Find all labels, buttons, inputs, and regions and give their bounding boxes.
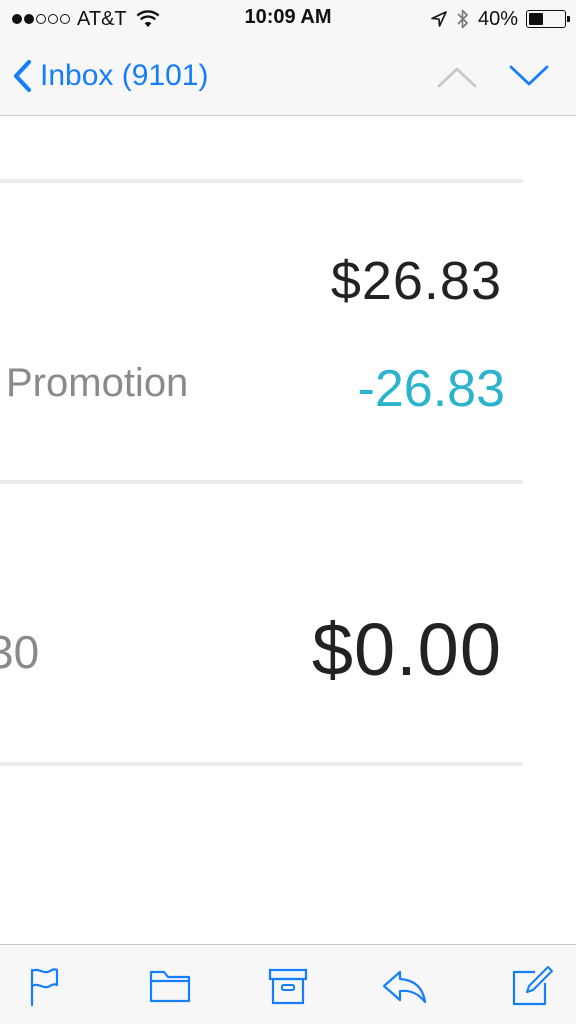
flag-icon <box>30 968 59 1007</box>
compose-icon <box>512 966 553 1006</box>
bluetooth-icon <box>457 9 468 29</box>
battery-fill <box>529 13 543 25</box>
move-to-folder-button[interactable] <box>146 963 194 1009</box>
reply-button[interactable] <box>380 963 428 1009</box>
navigation-bar: Inbox (9101) <box>0 38 576 116</box>
chevron-left-icon <box>13 59 32 93</box>
message-body: $26.83 Promotion -26.83 30 $0.00 <box>0 117 576 944</box>
back-button[interactable]: Inbox (9101) <box>12 54 208 98</box>
battery-percent: 40% <box>477 7 518 30</box>
status-bar: AT&T 10:09 AM 40% <box>0 0 576 38</box>
promotion-label: Promotion <box>6 361 189 405</box>
battery-icon <box>526 10 570 28</box>
promotion-value: -26.83 <box>357 360 505 418</box>
folder-icon <box>149 970 191 1003</box>
partial-label: 30 <box>0 626 40 678</box>
status-bar-right: 40% <box>430 6 570 32</box>
back-button-label: Inbox (9101) <box>40 59 209 92</box>
divider <box>0 179 523 183</box>
flag-button[interactable] <box>20 963 68 1009</box>
previous-message-button[interactable] <box>434 58 480 94</box>
total-amount: $0.00 <box>311 608 502 691</box>
divider <box>0 762 523 766</box>
reply-icon <box>382 970 427 1004</box>
divider <box>0 480 523 484</box>
archive-icon <box>268 968 308 1005</box>
subtotal-amount: $26.83 <box>330 251 502 311</box>
compose-button[interactable] <box>508 963 556 1009</box>
next-message-button[interactable] <box>506 58 552 94</box>
bottom-toolbar <box>0 944 576 1024</box>
chevron-up-icon <box>437 67 477 88</box>
location-arrow-icon <box>431 11 447 27</box>
archive-button[interactable] <box>264 963 312 1009</box>
chevron-down-icon <box>509 65 549 86</box>
